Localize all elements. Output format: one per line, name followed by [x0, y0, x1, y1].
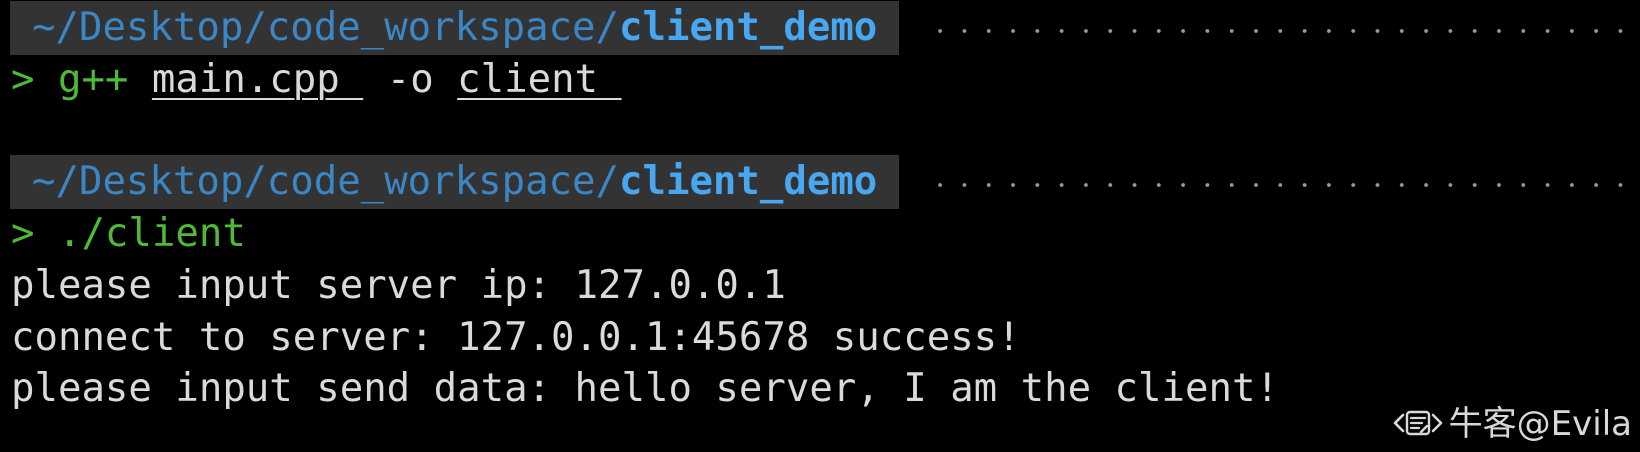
path-prefix: ~/Desktop/code_workspace/: [32, 159, 619, 204]
output-line: connect to server: 127.0.0.1:45678 succe…: [11, 315, 1021, 360]
prompt-bar: ~/Desktop/code_workspace/client_demo: [0, 1, 1640, 55]
prompt-filler-dots: [928, 27, 1640, 35]
output-line: please input send data: hello server, I …: [11, 366, 1279, 411]
command-name: ./client: [57, 211, 246, 256]
command-line: > g++ main.cpp -o client: [11, 53, 622, 107]
watermark-text: 牛客@Evila: [1448, 404, 1632, 444]
path-current-folder: client_demo: [619, 5, 878, 50]
prompt-bar: ~/Desktop/code_workspace/client_demo: [0, 155, 1640, 209]
command-argument-output: client: [457, 57, 622, 102]
command-line: > ./client: [11, 207, 246, 261]
prompt-chevron: >: [11, 211, 35, 256]
command-space: [128, 57, 151, 102]
current-directory: ~/Desktop/code_workspace/client_demo: [10, 155, 900, 209]
prompt-filler-dots: [928, 181, 1640, 189]
terminal-window[interactable]: ~/Desktop/code_workspace/client_demo > g…: [0, 0, 1640, 452]
prompt-chevron: >: [11, 57, 35, 102]
output-line: please input server ip: 127.0.0.1: [11, 263, 786, 308]
command-argument-source: main.cpp: [151, 57, 364, 102]
path-current-folder: client_demo: [619, 159, 878, 204]
command-flag: -o: [363, 57, 458, 102]
command-name: g++: [57, 57, 129, 102]
niuke-logo-icon: [1393, 410, 1442, 436]
path-prefix: ~/Desktop/code_workspace/: [32, 5, 619, 50]
watermark: 牛客@Evila: [1393, 404, 1632, 444]
current-directory: ~/Desktop/code_workspace/client_demo: [10, 1, 900, 55]
